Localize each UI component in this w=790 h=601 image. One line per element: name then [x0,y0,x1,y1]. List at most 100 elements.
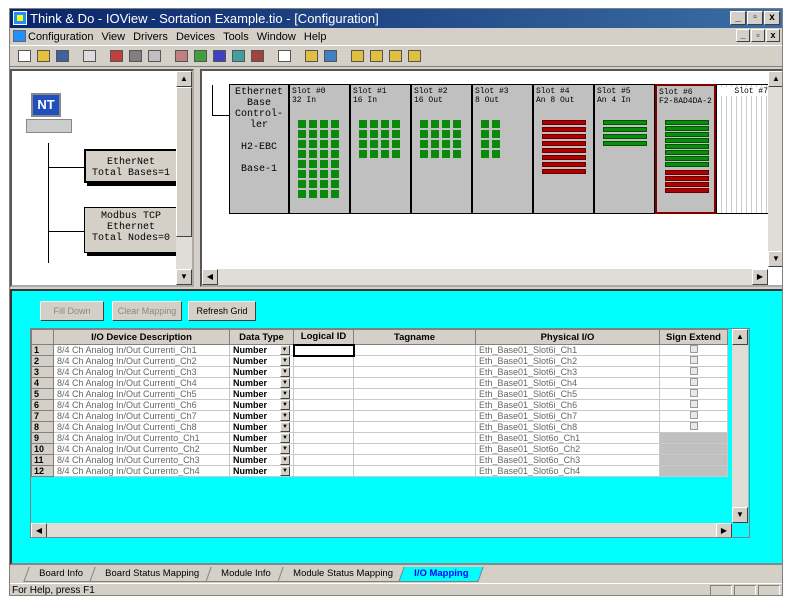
tree-vertical-scrollbar[interactable]: ▲ ▼ [176,71,192,285]
sign-extend-cell[interactable] [659,377,728,389]
tagname-cell[interactable] [353,465,476,477]
rack-scroll-down[interactable]: ▼ [768,251,782,267]
logical-id-cell[interactable] [293,366,354,378]
rack-scroll-right[interactable]: ▶ [752,269,768,285]
logical-id-cell[interactable] [293,465,354,477]
sign-extend-cell[interactable] [659,421,728,433]
rack-horizontal-scrollbar[interactable]: ◀ ▶ [202,269,768,285]
device-description-cell[interactable]: 8/4 Ch Analog In/Out Currenti_Ch7 [53,410,230,422]
row-number[interactable]: 8 [31,421,54,433]
tab-module-status-mapping[interactable]: Module Status Mapping [276,567,409,582]
tab-board-status-mapping[interactable]: Board Status Mapping [89,567,215,582]
logical-id-cell[interactable] [292,343,355,357]
header-physical-io[interactable]: Physical I/O [475,329,660,345]
logical-id-cell[interactable] [293,388,354,400]
network-icon[interactable] [249,48,266,65]
logical-id-cell[interactable] [293,355,354,367]
sign-extend-checkbox[interactable] [689,356,698,364]
data-type-cell[interactable]: ▼ Number [229,454,294,466]
chevron-down-icon[interactable]: ▼ [280,400,290,410]
driver-icon[interactable] [108,48,125,65]
device-description-cell[interactable]: 8/4 Ch Analog In/Out Currenti_Ch8 [53,421,230,433]
grid-scroll-up[interactable]: ▲ [732,329,748,345]
table-row[interactable]: 1 8/4 Ch Analog In/Out Currenti_Ch1 ▼ Numbe… [31,343,728,357]
slot-6-module[interactable]: Slot #6 F2-8AD4DA-2 [655,84,716,214]
clear-mapping-button[interactable]: Clear Mapping [112,301,182,321]
logical-id-cell[interactable] [293,410,354,422]
grid-scroll-right[interactable]: ▶ [716,523,732,537]
data-type-cell[interactable]: ▼ Number [229,432,294,444]
row-number[interactable]: 5 [31,388,54,400]
chevron-down-icon[interactable]: ▼ [280,356,290,366]
device-description-cell[interactable]: 8/4 Ch Analog In/Out Currento_Ch4 [53,465,230,477]
mdi-close-button[interactable]: x [766,29,780,42]
tagname-cell[interactable] [353,355,476,367]
grid-horizontal-scrollbar[interactable]: ◀ ▶ [31,523,732,537]
table-row[interactable]: 2 8/4 Ch Analog In/Out Currenti_Ch2 ▼ Numbe… [31,355,728,367]
data-type-cell[interactable]: ▼ Number [229,388,294,400]
logical-id-cell[interactable] [293,432,354,444]
title-bar[interactable]: Think & Do - IOView - Sortation Example.… [10,9,782,28]
device-description-cell[interactable]: 8/4 Ch Analog In/Out Currento_Ch2 [53,443,230,455]
chevron-down-icon[interactable]: ▼ [280,389,290,399]
device-description-cell[interactable]: 8/4 Ch Analog In/Out Currenti_Ch3 [53,366,230,378]
logical-id-cell[interactable] [293,377,354,389]
scroll-up-button[interactable]: ▲ [176,71,192,87]
header-sign-extend[interactable]: Sign Extend [659,329,728,345]
chevron-down-icon[interactable]: ▼ [280,411,290,421]
ethernet-tree-node[interactable]: EtherNet Total Bases=1 [84,149,178,183]
logical-id-cell[interactable] [293,454,354,466]
slot-2-module[interactable]: Slot #2 16 Out [411,84,472,214]
device-description-cell[interactable]: 8/4 Ch Analog In/Out Currenti_Ch4 [53,377,230,389]
sign-extend-cell[interactable] [659,355,728,367]
menu-tools[interactable]: Tools [223,31,249,43]
close-button[interactable]: x [764,11,780,25]
tile-vertical-icon[interactable] [322,48,339,65]
grid-scroll-down[interactable]: ▼ [732,507,748,523]
row-number[interactable]: 12 [31,465,54,477]
scroll-thumb[interactable] [176,87,192,237]
data-type-cell[interactable]: ▼ Number [229,421,294,433]
header-description[interactable]: I/O Device Description [53,329,230,345]
table-row[interactable]: 9 8/4 Ch Analog In/Out Currento_Ch1 ▼ Numbe… [31,432,728,444]
sign-extend-checkbox[interactable] [689,411,698,419]
tile-horizontal-icon[interactable] [303,48,320,65]
tagname-cell[interactable] [353,344,476,356]
slot-1-module[interactable]: Slot #1 16 In [350,84,411,214]
row-number[interactable]: 6 [31,399,54,411]
device-description-cell[interactable]: 8/4 Ch Analog In/Out Currento_Ch1 [53,432,230,444]
sign-extend-cell[interactable] [659,344,728,356]
arrange-icon-3[interactable] [387,48,404,65]
sign-extend-cell[interactable] [659,366,728,378]
io-icon[interactable] [173,48,190,65]
nt-computer-icon[interactable]: NT [26,93,72,143]
sign-extend-checkbox[interactable] [689,378,698,386]
restore-button[interactable]: ▫ [747,11,763,25]
menu-help[interactable]: Help [304,31,327,43]
new-icon[interactable] [16,48,33,65]
chevron-down-icon[interactable]: ▼ [280,367,290,377]
chevron-down-icon[interactable]: ▼ [280,378,290,388]
row-number[interactable]: 7 [31,410,54,422]
fill-down-button[interactable]: Fill Down [40,301,104,321]
sign-extend-checkbox[interactable] [689,422,698,430]
arrange-icon-4[interactable] [406,48,423,65]
device-description-cell[interactable]: 8/4 Ch Analog In/Out Currenti_Ch1 [53,344,230,356]
arrange-icon-2[interactable] [368,48,385,65]
chevron-down-icon[interactable]: ▼ [280,444,290,454]
modbus-tree-node[interactable]: Modbus TCP Ethernet Total Nodes=0 [84,207,178,253]
table-row[interactable]: 3 8/4 Ch Analog In/Out Currenti_Ch3 ▼ Numbe… [31,366,728,378]
device-description-cell[interactable]: 8/4 Ch Analog In/Out Currenti_Ch2 [53,355,230,367]
tagname-cell[interactable] [353,366,476,378]
status-icon[interactable] [230,48,247,65]
arrange-icon-1[interactable] [349,48,366,65]
map-icon[interactable] [192,48,209,65]
row-number[interactable]: 3 [31,366,54,378]
tab-io-mapping[interactable]: I/O Mapping [398,567,485,582]
sign-extend-cell[interactable] [659,399,728,411]
module-icon[interactable] [146,48,163,65]
data-type-cell[interactable]: ▼ Number [229,344,294,356]
data-type-cell[interactable]: ▼ Number [229,366,294,378]
table-row[interactable]: 10 8/4 Ch Analog In/Out Currento_Ch2 ▼ Numb… [31,443,728,455]
grid-scroll-left[interactable]: ◀ [31,523,47,537]
